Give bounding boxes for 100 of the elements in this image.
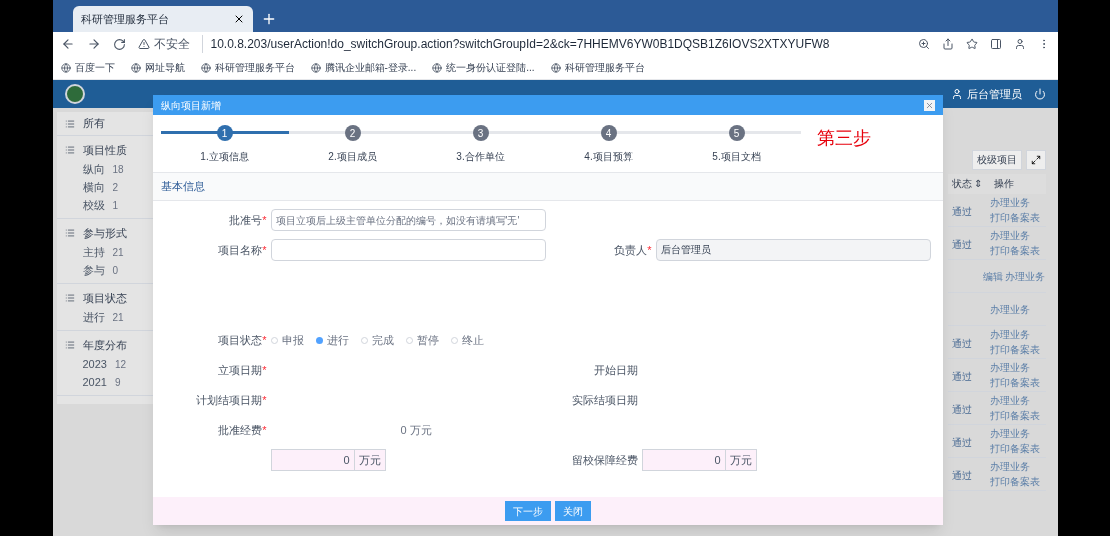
table-cell: 通过: [951, 239, 972, 250]
globe-icon: [550, 62, 561, 73]
field-label: 开始日期: [593, 362, 638, 378]
share-icon[interactable]: [941, 38, 954, 50]
reload-icon[interactable]: [112, 37, 126, 51]
step-number: 1: [216, 125, 233, 141]
radio-option[interactable]: 终止: [450, 331, 484, 349]
item-count: 0: [112, 263, 119, 278]
amount-field[interactable]: 0 万元: [270, 449, 386, 471]
step-label[interactable]: 2.项目成员: [328, 149, 377, 164]
item-count: 12: [115, 357, 127, 372]
field-label: 批准号: [229, 212, 263, 228]
step-number: 2: [344, 125, 361, 141]
close-icon: [924, 100, 934, 110]
step-label[interactable]: 1.立项信息: [200, 149, 249, 164]
table-cell: 通过: [951, 206, 972, 217]
table-cell: 通过: [951, 371, 972, 382]
required-mark: *: [262, 392, 267, 408]
globe-icon: [60, 62, 71, 73]
sidebar-item[interactable]: 主持: [82, 243, 105, 261]
step-label[interactable]: 3.合作单位: [456, 149, 505, 164]
radio-option[interactable]: 完成: [360, 331, 394, 349]
item-count: 21: [112, 245, 124, 260]
step-annotation: 第三步: [816, 127, 871, 150]
field-label: 项目状态: [218, 332, 263, 348]
required-mark: *: [262, 212, 267, 228]
table-cell: 通过: [951, 404, 972, 415]
zoom-icon[interactable]: [917, 38, 930, 50]
sidebar-group-title: 项目状态: [82, 290, 127, 306]
profile-icon[interactable]: [1013, 38, 1026, 50]
bookmark[interactable]: 百度一下: [74, 60, 115, 75]
user-menu[interactable]: 后台管理员: [966, 85, 1022, 103]
list-icon: [64, 340, 75, 350]
address-bar[interactable]: 10.0.8.203/userAction!do_switchGroup.action?switchGroupId=2&ck=7HHEMV6YW0B1DQSB1Z6IOVS2XTXYUFW8: [201, 35, 906, 53]
table-cell: 通过: [951, 437, 972, 448]
expand-button[interactable]: [1025, 150, 1046, 170]
sidebar-item[interactable]: 2021: [82, 373, 107, 391]
back-icon[interactable]: [60, 37, 75, 51]
bookmark[interactable]: 统一身份认证登陆...: [446, 60, 535, 75]
user-icon: [950, 88, 963, 100]
sidebar-item[interactable]: 所有: [82, 115, 105, 132]
radio-option[interactable]: 暂停: [405, 331, 439, 349]
section-title: 基本信息: [160, 179, 205, 195]
logo-icon: [64, 84, 85, 104]
list-icon: [64, 293, 75, 303]
dialog-title: 纵向项目新增: [160, 98, 222, 113]
sidebar-item[interactable]: 校级: [82, 196, 105, 214]
list-icon: [64, 228, 75, 238]
sidebar-item[interactable]: 参与: [82, 261, 105, 279]
table-cell: 通过: [951, 338, 972, 349]
item-count: 1: [112, 198, 119, 213]
sidebar-item[interactable]: 横向: [82, 178, 105, 196]
bookmark[interactable]: 腾讯企业邮箱-登录...: [324, 60, 417, 75]
table-cell: 通过: [951, 470, 972, 481]
item-count: 21: [112, 310, 124, 325]
field-label: 实际结项日期: [571, 392, 638, 408]
bookmark[interactable]: 科研管理服务平台: [214, 60, 295, 75]
amount-field[interactable]: 0 万元: [641, 449, 757, 471]
sidebar-group-title: 年度分布: [82, 337, 127, 353]
bookmark[interactable]: 科研管理服务平台: [564, 60, 645, 75]
forward-icon[interactable]: [86, 37, 101, 51]
input-field[interactable]: [270, 239, 546, 261]
field-label: 批准经费: [218, 422, 263, 438]
sidebar-item[interactable]: 2023: [82, 355, 107, 373]
expand-icon: [1030, 155, 1041, 165]
step-number: 3: [472, 125, 489, 141]
field-label: 负责人: [614, 242, 648, 258]
radio-option[interactable]: 进行: [315, 331, 349, 349]
filter-button[interactable]: 校级项目: [971, 150, 1022, 170]
side-panel-icon[interactable]: [989, 38, 1002, 50]
step-number: 4: [600, 125, 617, 141]
bookmark[interactable]: 网址导航: [144, 60, 185, 75]
globe-icon: [130, 62, 141, 73]
item-count: 9: [115, 375, 121, 390]
required-mark: *: [262, 362, 267, 378]
item-count: 2: [112, 180, 119, 195]
close-button[interactable]: [923, 99, 935, 111]
security-label: 不安全: [153, 36, 190, 53]
step-number: 5: [728, 125, 745, 141]
sidebar-group-title: 项目性质: [82, 142, 127, 158]
browser-tab[interactable]: 科研管理服务平台: [72, 6, 253, 32]
list-icon: [64, 118, 75, 129]
input-field[interactable]: 项目立项后上级主管单位分配的编号，如没有请填写'无': [270, 209, 546, 231]
step-label[interactable]: 5.项目文档: [712, 149, 761, 164]
field-label: 留校保障经费: [571, 452, 638, 468]
field-label: 项目名称: [218, 242, 263, 258]
sidebar-item[interactable]: 纵向: [82, 160, 105, 178]
amount-value: 0 万元: [400, 422, 432, 438]
warning-icon: [137, 38, 150, 50]
sidebar-item[interactable]: 进行: [82, 308, 105, 326]
field-label: 计划结项日期: [196, 392, 263, 408]
sidebar-group-title: 参与形式: [82, 225, 127, 241]
star-icon[interactable]: [965, 38, 978, 50]
field-label: 立项日期: [218, 362, 263, 378]
column-header: 状态 ⇕: [950, 177, 984, 191]
item-count: 18: [112, 162, 124, 177]
radio-option[interactable]: 申报: [270, 331, 304, 349]
required-mark: *: [262, 422, 267, 438]
power-icon[interactable]: [1033, 88, 1046, 100]
step-label[interactable]: 4.项目预算: [584, 149, 633, 164]
